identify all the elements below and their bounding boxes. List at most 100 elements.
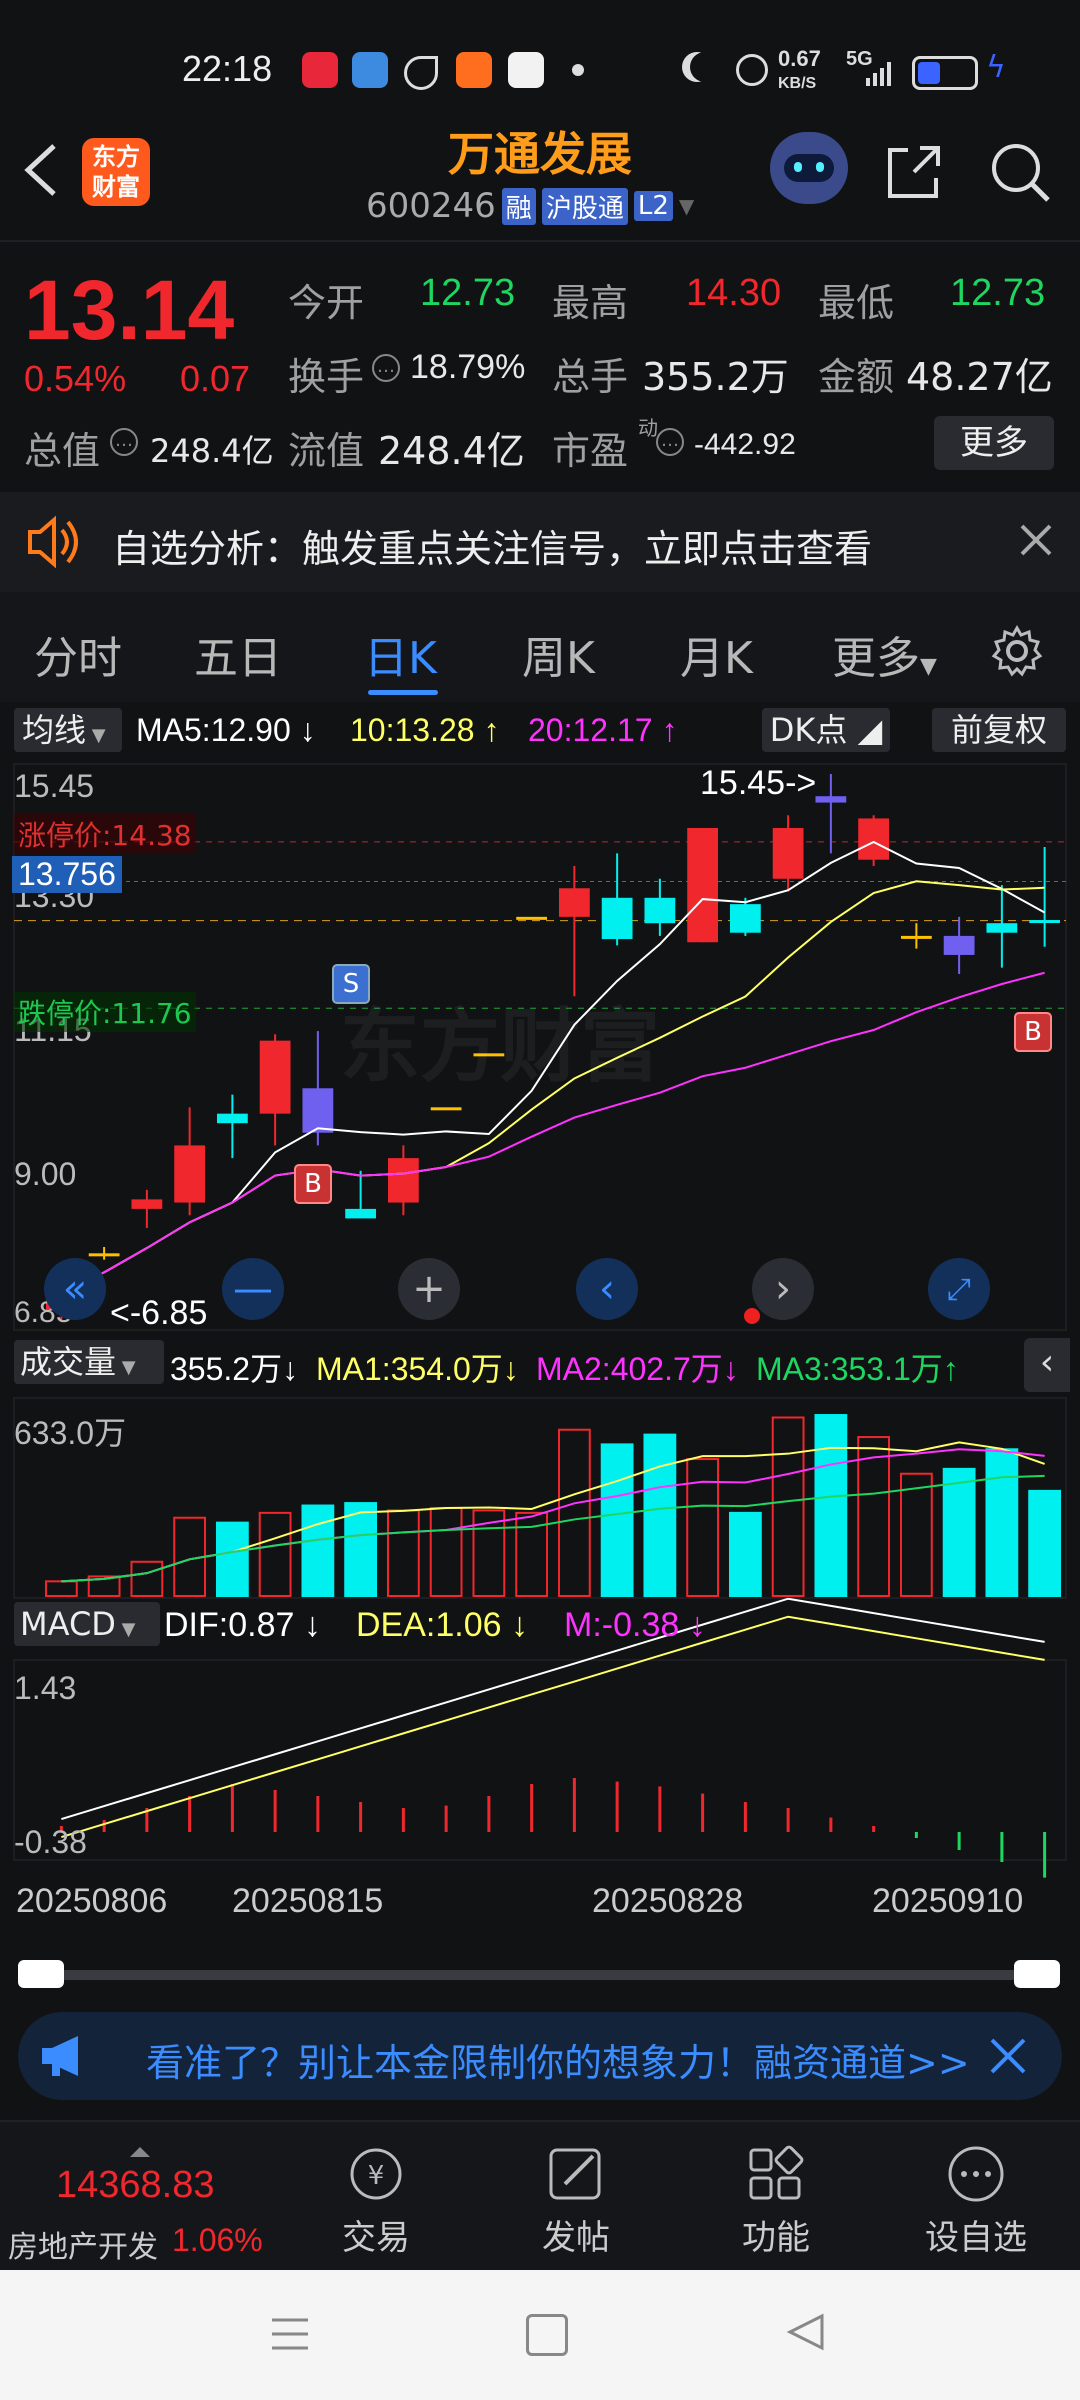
watermark: 东方财富 <box>340 1000 660 1093</box>
tab-five-day[interactable]: 五日 <box>194 622 282 686</box>
tab-more[interactable]: 更多▼ <box>832 622 937 686</box>
sector-change: 1.06% <box>172 2222 263 2258</box>
candle-body <box>772 827 804 879</box>
volume-value: 355.2万 <box>642 355 789 399</box>
tab-monthly-k[interactable]: 月K <box>680 622 753 686</box>
float-label: 流值 <box>288 429 365 473</box>
menu-icon[interactable] <box>270 2314 310 2354</box>
current-price-marker: 13.756 <box>12 856 122 893</box>
rewind-icon[interactable]: « <box>44 1258 106 1320</box>
more-notifications-icon <box>572 64 584 76</box>
latest-dot <box>744 1308 760 1324</box>
volume-bar <box>857 1436 891 1598</box>
volume-bar <box>429 1506 463 1598</box>
current-price: 13.14 <box>24 263 235 357</box>
date-label: 20250806 <box>16 1882 168 1920</box>
period-tabs: 分时 五日 日K 周K 月K 更多▼ <box>0 592 1080 702</box>
add-watchlist-button[interactable]: 设自选 <box>896 2142 1056 2259</box>
volume-ma2-line <box>61 1448 1045 1583</box>
tab-intraday[interactable]: 分时 <box>34 622 122 686</box>
buy-signal-badge[interactable]: B <box>1014 1012 1052 1052</box>
pe-value: -442.92 <box>694 428 796 461</box>
sector-name[interactable]: 房地产开发 <box>8 2222 158 2266</box>
zoom-in-icon[interactable]: + <box>398 1258 460 1320</box>
macd-axis-min: -0.38 <box>14 1824 87 1860</box>
volume-bar <box>1028 1489 1062 1597</box>
volume-ma1-legend: MA1:354.0万↓ <box>316 1351 519 1387</box>
candle-body <box>815 796 847 803</box>
min-price-label: <-6.85 <box>110 1294 208 1332</box>
megaphone-icon <box>38 2034 94 2078</box>
candle-body <box>601 897 633 940</box>
trade-button[interactable]: ¥ 交易 <box>296 2142 456 2259</box>
status-time: 22:18 <box>182 48 273 89</box>
macd-dif-legend: DIF:0.87 ↓ <box>164 1606 321 1644</box>
range-scrollbar[interactable] <box>18 1970 1060 1980</box>
macd-panel-frame <box>13 1659 1067 1861</box>
alarm-icon <box>736 54 768 86</box>
volume-bar <box>686 1458 720 1597</box>
more-button[interactable]: 更多 <box>934 416 1054 470</box>
tab-weekly-k[interactable]: 周K <box>522 622 595 686</box>
financing-ad-bar[interactable]: 看准了？别让本金限制你的想象力！融资通道>> <box>18 2012 1062 2100</box>
stock-code: 600246 <box>366 186 496 226</box>
max-price-label: 15.45-> <box>700 764 817 802</box>
more-dots-icon <box>948 2146 1004 2202</box>
volume-bar <box>301 1504 335 1597</box>
info-icon[interactable]: … <box>110 428 138 456</box>
bottom-toolbar: 14368.83 房地产开发 1.06% ¥ 交易 发帖 功能 设自选 <box>0 2120 1080 2272</box>
ad-text: 看准了？别让本金限制你的想象力！融资通道>> <box>146 2041 966 2085</box>
home-icon[interactable] <box>526 2314 568 2356</box>
stock-code-row[interactable]: 600246 融 沪股通 L2 ▼ <box>366 186 694 226</box>
volume-bar <box>557 1428 591 1597</box>
info-icon[interactable]: … <box>656 428 684 456</box>
mktcap-label: 总值 <box>24 429 101 473</box>
expand-up-icon[interactable] <box>130 2142 150 2157</box>
sector-index-value[interactable]: 14368.83 <box>56 2164 215 2207</box>
scroll-left-icon[interactable]: ‹ <box>576 1258 638 1320</box>
volume-bar <box>643 1433 677 1598</box>
candle-body <box>345 1208 377 1219</box>
range-handle-left[interactable] <box>18 1960 64 1988</box>
l2-badge: L2 <box>633 191 673 221</box>
share-icon[interactable] <box>884 142 944 202</box>
fullscreen-icon[interactable]: ⤢ <box>928 1258 990 1320</box>
quote-panel: 13.14 0.54% 0.07 今开 12.73 最高 14.30 最低 12… <box>0 240 1080 492</box>
zoom-out-icon[interactable]: — <box>222 1258 284 1320</box>
scroll-right-icon[interactable]: › <box>752 1258 814 1320</box>
function-button[interactable]: 功能 <box>696 2142 856 2259</box>
candle-body <box>259 1040 291 1114</box>
app-notification-icon <box>508 52 544 88</box>
close-icon[interactable] <box>1016 520 1056 560</box>
system-nav-bar <box>0 2270 1080 2400</box>
signal-banner[interactable]: 自选分析：触发重点关注信号，立即点击查看 <box>0 492 1080 592</box>
volume-bar <box>985 1448 1019 1597</box>
sell-signal-badge[interactable]: S <box>332 964 370 1004</box>
mktcap-value: 248.4亿 <box>150 432 274 470</box>
buy-signal-badge[interactable]: B <box>294 1164 332 1204</box>
high-value: 14.30 <box>686 272 782 314</box>
volume-ma1-line <box>61 1441 1045 1583</box>
search-icon[interactable] <box>988 140 1052 204</box>
back-nav-icon[interactable] <box>786 2312 826 2352</box>
close-icon[interactable] <box>986 2034 1030 2078</box>
send-icon <box>404 56 438 90</box>
amount-label: 金额 <box>818 355 895 399</box>
limit-up-label: 涨停价:14.38 <box>14 814 196 854</box>
low-value: 12.73 <box>950 272 1046 314</box>
collapse-panel-icon[interactable]: ‹ <box>1024 1338 1070 1392</box>
volume-selector[interactable]: 成交量 ▼ <box>14 1340 164 1384</box>
date-label: 20250910 <box>872 1882 1024 1920</box>
settings-gear-icon[interactable] <box>990 624 1044 678</box>
robot-assistant-icon[interactable] <box>770 132 848 204</box>
battery-icon <box>912 56 978 90</box>
high-label: 最高 <box>552 281 629 325</box>
candle-body <box>986 923 1018 933</box>
post-button[interactable]: 发帖 <box>496 2142 656 2259</box>
info-icon[interactable]: … <box>372 354 400 382</box>
tab-daily-k[interactable]: 日K <box>364 622 437 686</box>
macd-selector[interactable]: MACD ▼ <box>14 1602 160 1646</box>
range-handle-right[interactable] <box>1014 1960 1060 1988</box>
volume-bar <box>942 1467 976 1598</box>
volume-bar <box>899 1472 933 1597</box>
